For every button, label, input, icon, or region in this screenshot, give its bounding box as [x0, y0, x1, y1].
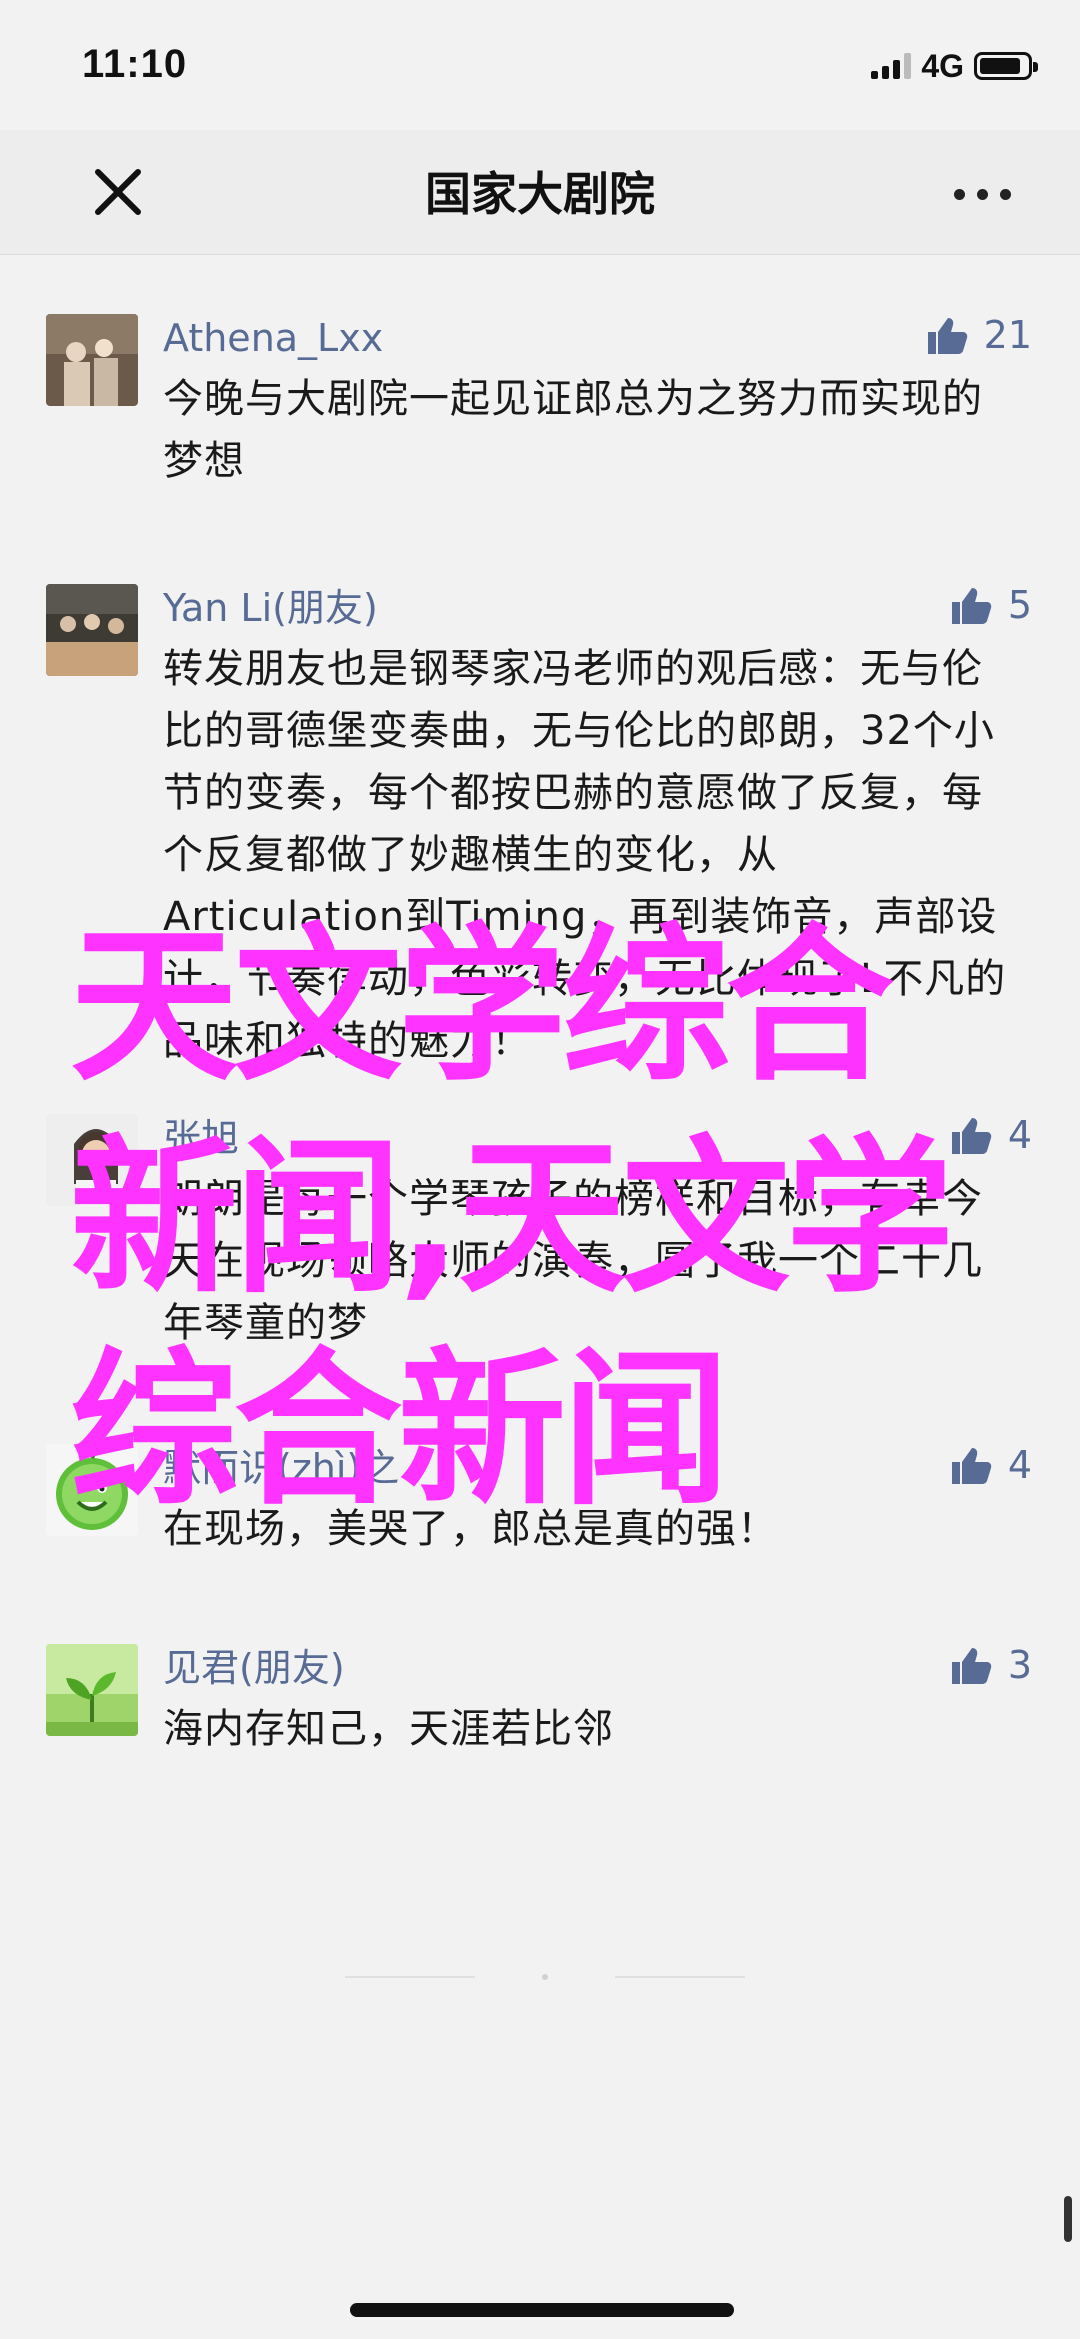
like-count: 3 [1007, 1643, 1032, 1687]
scrollbar[interactable] [1064, 2196, 1072, 2242]
comment-item: 见君(朋友) 海内存知己，天涯若比邻 3 [0, 1620, 1080, 1820]
status-bar: 11:10 4G [0, 0, 1080, 130]
like-button[interactable]: 5 [948, 582, 1032, 628]
nav-bar: 国家大剧院 [0, 130, 1080, 255]
avatar[interactable] [46, 584, 138, 676]
status-indicators: 4G [871, 46, 1038, 86]
like-count: 21 [983, 313, 1032, 357]
signal-icon [871, 53, 912, 79]
watermark-overlay: 天文学综合新闻,天文学综合新闻 [70, 908, 954, 1528]
comment-item: Athena_Lxx 今晚与大剧院一起见证郎总为之努力而实现的梦想 21 [0, 290, 1080, 560]
comment-author[interactable]: 见君(朋友) [163, 1620, 1020, 1692]
comment-text: 今晚与大剧院一起见证郎总为之努力而实现的梦想 [163, 376, 983, 484]
thumbs-up-icon [951, 588, 992, 624]
comment-author[interactable]: Yan Li(朋友) [163, 560, 1020, 632]
thumbs-up-icon [951, 1648, 992, 1684]
network-type: 4G [921, 47, 964, 84]
like-button[interactable]: 3 [948, 1642, 1032, 1688]
like-button[interactable]: 21 [924, 312, 1032, 358]
end-divider [345, 1974, 745, 1980]
comment-text: 海内存知己，天涯若比邻 [163, 1706, 614, 1752]
more-icon[interactable] [942, 174, 1022, 214]
avatar[interactable] [46, 1644, 138, 1736]
thumbs-up-icon [927, 318, 967, 354]
like-count: 5 [1007, 583, 1032, 627]
battery-icon [974, 52, 1038, 80]
avatar[interactable] [46, 314, 138, 406]
page-title: 国家大剧院 [425, 167, 655, 221]
home-indicator[interactable] [350, 2303, 734, 2317]
status-time: 11:10 [82, 42, 188, 86]
comment-author[interactable]: Athena_Lxx [163, 290, 1020, 362]
